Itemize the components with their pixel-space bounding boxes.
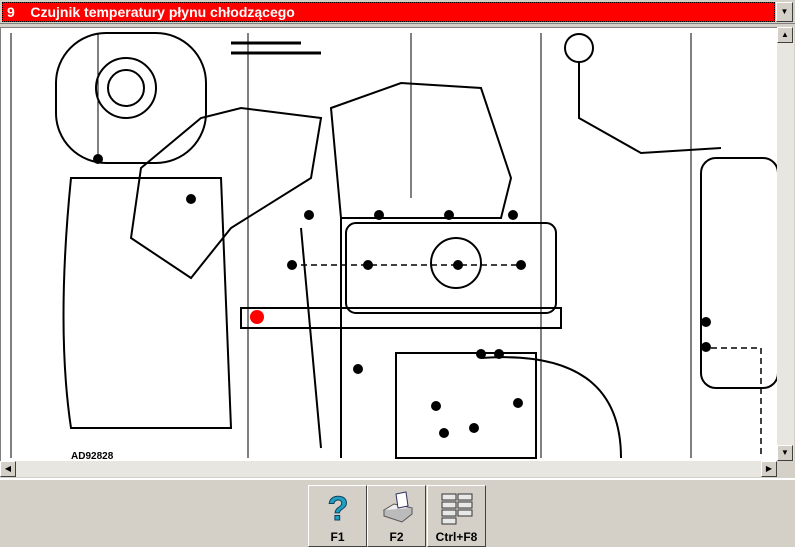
engine-diagram: AD92828 — [0, 27, 777, 461]
engine-drawing — [10, 32, 777, 459]
help-button[interactable]: ? F1 — [308, 485, 367, 547]
grid-icon — [441, 493, 473, 525]
dropdown-arrow-button[interactable]: ▼ — [776, 2, 793, 22]
table-label: Ctrl+F8 — [435, 530, 478, 544]
component-name: Czujnik temperatury płynu chłodzącego — [30, 4, 295, 20]
help-label: F1 — [330, 530, 345, 544]
print-button[interactable]: F2 — [367, 485, 426, 547]
title-bar: 9 Czujnik temperatury płynu chłodzącego … — [0, 0, 795, 24]
component-select[interactable]: 9 Czujnik temperatury płynu chłodzącego — [2, 2, 775, 22]
vertical-scrollbar[interactable]: ▲ ▼ — [777, 27, 794, 461]
scroll-down-button[interactable]: ▼ — [777, 445, 793, 461]
scroll-left-button[interactable]: ◀ — [0, 461, 16, 477]
printer-icon — [382, 491, 414, 523]
help-icon: ? — [327, 490, 349, 526]
scroll-up-button[interactable]: ▲ — [777, 27, 793, 43]
diagram-code: AD92828 — [71, 451, 114, 461]
sensor-location-marker — [250, 310, 264, 324]
svg-text:?: ? — [328, 490, 349, 526]
component-number: 9 — [7, 4, 15, 20]
horizontal-scrollbar[interactable]: ◀ ▶ — [0, 461, 777, 477]
table-button[interactable]: Ctrl+F8 — [427, 485, 486, 547]
scroll-right-button[interactable]: ▶ — [761, 461, 777, 477]
print-label: F2 — [389, 530, 404, 544]
toolbar: ? F1 F2 Ctrl+F8 — [0, 478, 795, 547]
